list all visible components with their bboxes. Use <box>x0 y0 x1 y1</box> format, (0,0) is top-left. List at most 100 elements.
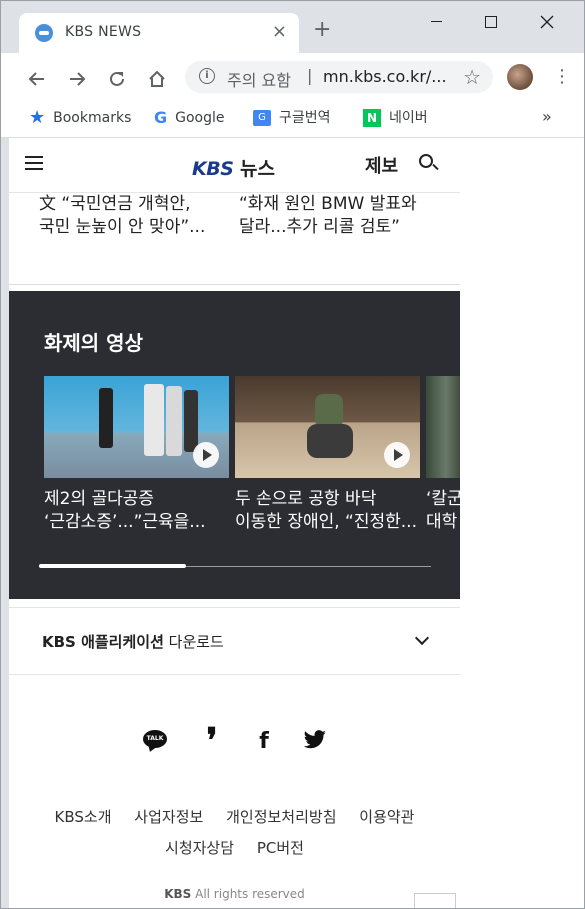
page-viewport: KBS 뉴스 제보 文 “국민연금 개혁안, 국민 눈높이 안 맞아”... “… <box>9 138 584 908</box>
back-button[interactable] <box>23 63 51 91</box>
footer-link[interactable]: 사업자정보 <box>134 808 203 826</box>
mobile-page: KBS 뉴스 제보 文 “국민연금 개혁안, 국민 눈높이 안 맞아”... “… <box>9 138 460 908</box>
footer-link[interactable]: KBS소개 <box>55 808 112 826</box>
footer-links: KBS소개 사업자정보 개인정보처리방침 이용약관 시청자상담 PC버전 <box>9 802 460 864</box>
footer-link[interactable]: 이용약관 <box>359 808 414 826</box>
logo-news: 뉴스 <box>240 158 275 180</box>
info-icon[interactable]: i <box>199 68 215 84</box>
facebook-icon[interactable]: f <box>251 730 277 754</box>
news-headline-line2: 국민 눈높이 안 맞아”... <box>39 217 206 237</box>
address-bar[interactable]: i 주의 요함 | mn.kbs.co.kr/... ☆ <box>185 61 493 93</box>
bookmark-label: Google <box>175 110 225 126</box>
logo-kbs: KBS <box>192 158 234 180</box>
news-headline-line1: 文 “국민연금 개혁안, <box>39 194 191 214</box>
video-card[interactable]: 두 손으로 공항 바닥 이동한 장애인, “진정한... <box>235 376 420 534</box>
naver-icon: N <box>363 109 381 127</box>
video-thumbnail <box>426 376 460 478</box>
browser-toolbar: i 주의 요함 | mn.kbs.co.kr/... ☆ <box>1 53 584 101</box>
figure-shape <box>307 424 353 458</box>
profile-avatar[interactable] <box>507 64 533 90</box>
video-card[interactable]: 제2의 골다공증 ‘근감소증’...”근육을... <box>44 376 229 534</box>
footer-link[interactable]: 개인정보처리방침 <box>226 808 336 826</box>
video-card[interactable]: ‘칼군 대학 <box>426 376 460 534</box>
twitter-icon <box>303 730 326 749</box>
chevron-down-icon <box>414 630 430 646</box>
copyright: KBS All rights reserved <box>9 887 460 901</box>
bookmarks-bar: ★ Bookmarks G Google G 구글번역 N 네이버 » <box>1 101 584 138</box>
home-icon <box>149 70 165 87</box>
home-button[interactable] <box>143 63 171 91</box>
video-caption-line2: 대학 <box>426 512 458 532</box>
twitter-share-button[interactable] <box>302 730 328 754</box>
reload-button[interactable] <box>103 63 131 91</box>
video-thumbnail <box>44 376 229 478</box>
arrow-right-icon <box>70 71 86 86</box>
bookmark-bookmarks[interactable]: ★ Bookmarks <box>29 108 131 128</box>
copyright-text: All rights reserved <box>191 887 305 901</box>
carousel-progress-fill <box>39 564 186 568</box>
tab-close-icon[interactable]: × <box>272 21 287 42</box>
bookmark-star-icon[interactable]: ☆ <box>463 65 481 89</box>
app-download-bold: KBS 애플리케이션 <box>42 633 164 651</box>
browser-window: KBS NEWS × + i 주의 요함 | mn.kbs.co.kr/... … <box>0 0 585 909</box>
app-download-label: KBS 애플리케이션 다운로드 <box>42 631 224 652</box>
menu-dots-icon[interactable]: ⋮ <box>553 63 571 91</box>
bookmark-naver[interactable]: N 네이버 <box>363 108 428 128</box>
blank-area <box>460 138 584 908</box>
kakaotalk-icon: TALK <box>143 730 167 748</box>
bookmark-google[interactable]: G Google <box>154 108 225 128</box>
bookmark-label: 구글번역 <box>279 110 331 126</box>
close-window-button[interactable] <box>525 7 569 35</box>
footer-link[interactable]: 시청자상담 <box>165 839 234 857</box>
google-icon: G <box>154 108 168 127</box>
kbs-favicon-icon <box>35 24 53 42</box>
bookmarks-overflow-button[interactable]: » <box>542 107 552 126</box>
video-caption-line1: ‘칼군 <box>426 489 460 509</box>
close-icon <box>540 15 554 28</box>
bookmark-label: 네이버 <box>389 110 428 126</box>
news-item[interactable]: 文 “국민연금 개혁안, 국민 눈높이 안 맞아”... <box>39 193 229 239</box>
figure-shape <box>184 390 198 452</box>
video-caption-line1: 제2의 골다공증 <box>44 489 155 509</box>
site-logo[interactable]: KBS 뉴스 <box>192 154 275 181</box>
kakaostory-icon[interactable]: ❜ <box>199 724 225 758</box>
star-icon: ★ <box>29 107 46 128</box>
minimize-button[interactable] <box>414 7 458 35</box>
tab-title: KBS NEWS <box>65 24 142 40</box>
figure-shape <box>315 394 343 428</box>
omnibox-separator: | <box>307 66 313 85</box>
scroll-top-button[interactable] <box>414 893 456 908</box>
security-warning: 주의 요함 <box>227 71 291 90</box>
play-icon[interactable] <box>384 442 410 468</box>
search-icon[interactable] <box>419 154 439 174</box>
report-link[interactable]: 제보 <box>365 152 398 178</box>
news-item[interactable]: “화재 원인 BMW 발표와 달라...추가 리콜 검토” <box>239 193 429 239</box>
arrow-left-icon <box>28 71 44 86</box>
new-tab-button[interactable]: + <box>313 19 331 41</box>
maximize-button[interactable] <box>469 7 513 35</box>
reload-icon <box>110 71 124 86</box>
video-caption-line2: ‘근감소증’...”근육을... <box>44 512 206 532</box>
news-headline-line1: “화재 원인 BMW 발표와 <box>239 194 417 214</box>
video-caption-line1: 두 손으로 공항 바닥 <box>235 489 377 509</box>
play-icon[interactable] <box>193 442 219 468</box>
site-header: KBS 뉴스 제보 <box>9 138 460 193</box>
popular-videos-section: 화제의 영상 제2의 골다공증 ‘근감소증’...”근육을... 두 손으로 공… <box>9 291 460 599</box>
app-download-toggle[interactable]: KBS 애플리케이션 다운로드 <box>9 607 460 675</box>
maximize-icon <box>485 15 497 28</box>
url-text[interactable]: mn.kbs.co.kr/... <box>323 67 447 86</box>
footer-link[interactable]: PC버전 <box>257 839 304 857</box>
hamburger-menu-icon[interactable] <box>25 156 43 170</box>
figure-shape <box>144 384 164 456</box>
app-download-rest: 다운로드 <box>163 633 224 651</box>
bookmark-google-translate[interactable]: G 구글번역 <box>253 108 331 128</box>
tab-kbs-news[interactable]: KBS NEWS × <box>19 13 299 53</box>
minimize-icon <box>430 21 442 22</box>
divider <box>9 284 460 285</box>
copyright-brand: KBS <box>164 887 192 901</box>
google-translate-icon: G <box>253 110 271 126</box>
forward-button[interactable] <box>63 63 91 91</box>
news-headline-line2: 달라...추가 리콜 검토” <box>239 217 400 237</box>
kakaotalk-share-button[interactable]: TALK <box>143 730 169 754</box>
bookmark-label: Bookmarks <box>53 110 132 126</box>
